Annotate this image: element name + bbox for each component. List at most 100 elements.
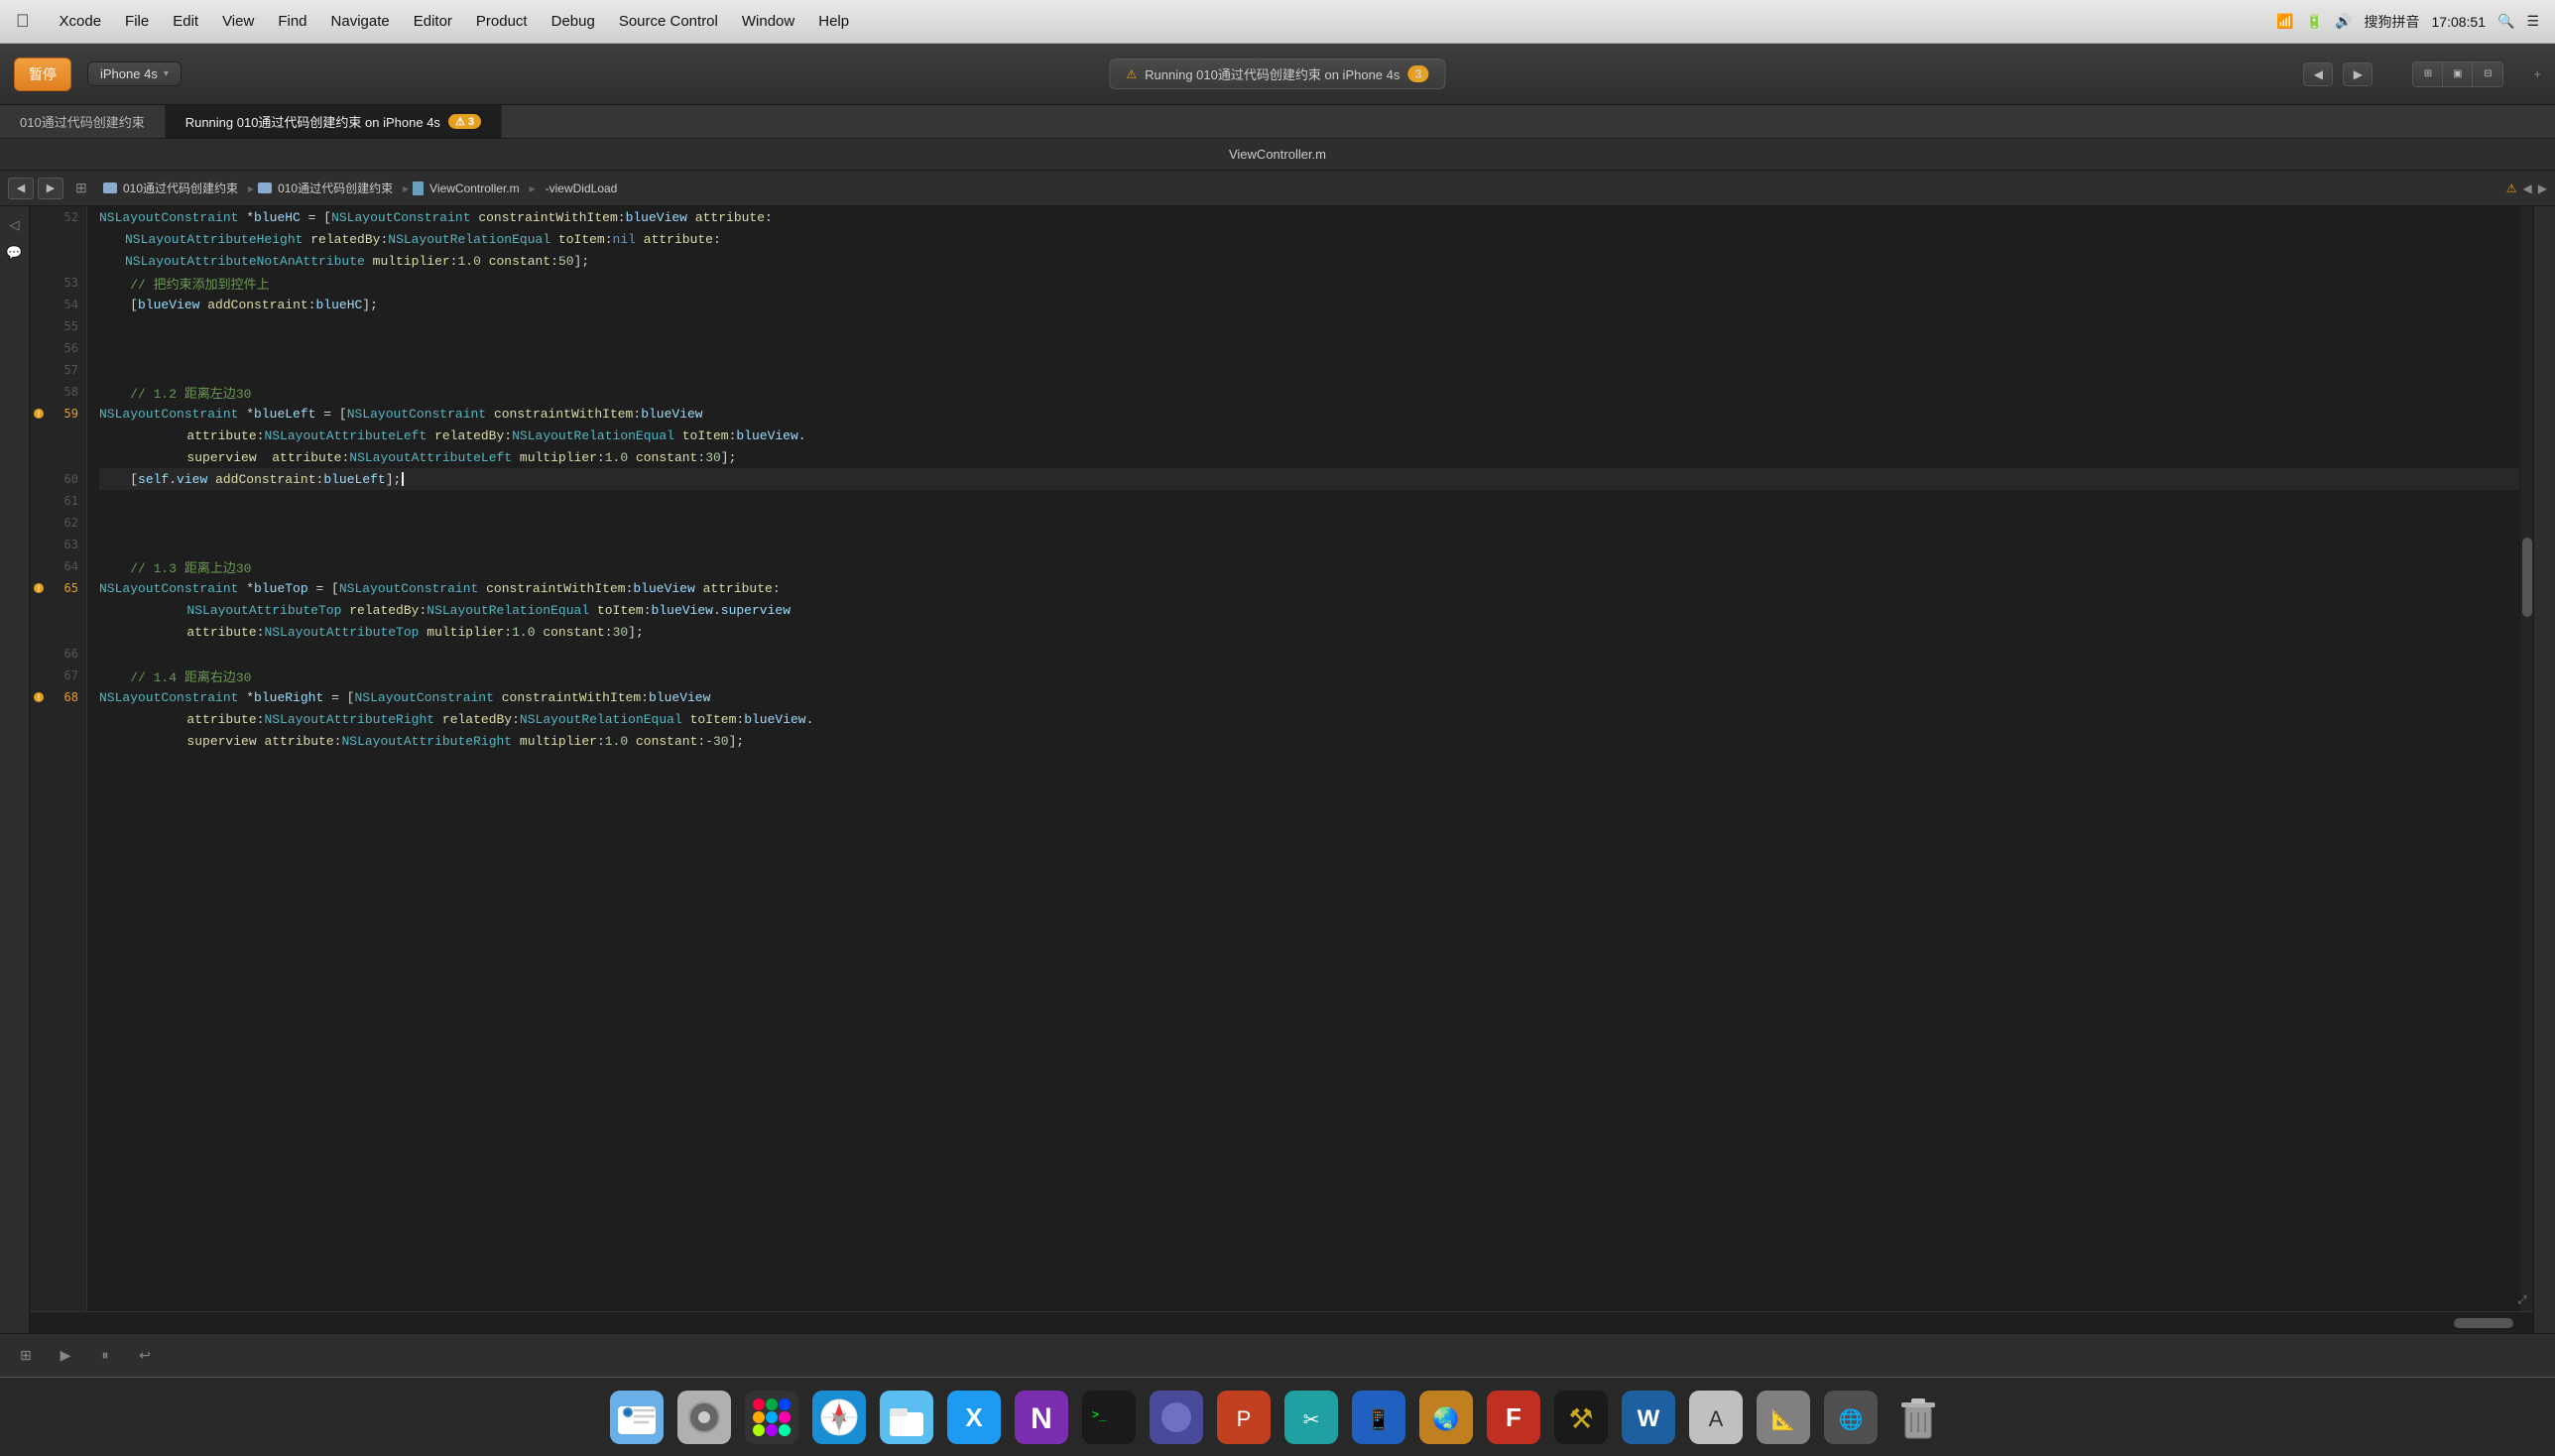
- menu-edit[interactable]: Edit: [161, 9, 210, 34]
- dock-app-10[interactable]: ✂: [1280, 1387, 1342, 1448]
- token: constant: [489, 254, 550, 269]
- menu-view[interactable]: View: [210, 9, 266, 34]
- token: [512, 734, 520, 749]
- dock-xcode[interactable]: X: [943, 1387, 1005, 1448]
- dock-app-12[interactable]: 🌏: [1415, 1387, 1477, 1448]
- dock-app-14[interactable]: A: [1685, 1387, 1747, 1448]
- code-line-59: NSLayoutConstraint *blueLeft = [NSLayout…: [99, 403, 2519, 425]
- token: = [: [308, 581, 339, 596]
- breadcrumb-nav-prev[interactable]: ◀: [2523, 182, 2532, 195]
- dock-app-11[interactable]: 📱: [1348, 1387, 1409, 1448]
- bottom-icon-pause[interactable]: ⏸: [91, 1342, 119, 1370]
- code-editor[interactable]: 52 53 54 55 56 57 58 ! 59 60 6: [30, 206, 2533, 1333]
- dock-onenote[interactable]: N: [1011, 1387, 1072, 1448]
- dock-browser[interactable]: 🌐: [1820, 1387, 1882, 1448]
- code-line-65: NSLayoutConstraint *blueTop = [NSLayoutC…: [99, 577, 2519, 599]
- menu-help[interactable]: Help: [806, 9, 861, 34]
- token: ];: [574, 254, 590, 269]
- tab-project[interactable]: 010通过代码创建约束: [0, 105, 166, 138]
- device-selector[interactable]: iPhone 4s ▾: [87, 61, 182, 86]
- token: attribute: [264, 734, 333, 749]
- code-lines[interactable]: NSLayoutConstraint *blueHC = [NSLayoutCo…: [87, 206, 2519, 1311]
- breadcrumb-method[interactable]: -viewDidLoad: [540, 180, 624, 197]
- token: blueLeft: [323, 472, 385, 487]
- stop-button[interactable]: 暂停: [14, 58, 71, 91]
- scroll-thumb[interactable]: [2522, 538, 2532, 617]
- search-menu-icon[interactable]: 🔍: [2497, 13, 2514, 30]
- breadcrumb-nav-next[interactable]: ▶: [2538, 182, 2547, 195]
- menu-debug[interactable]: Debug: [540, 9, 607, 34]
- token: [: [99, 472, 138, 487]
- breadcrumb-sep-3: ▸: [526, 182, 540, 195]
- dock-app-15[interactable]: 📐: [1753, 1387, 1814, 1448]
- menu-file[interactable]: File: [113, 9, 161, 34]
- tab-running[interactable]: Running 010通过代码创建约束 on iPhone 4s ⚠ 3: [166, 105, 502, 138]
- toolbar: 暂停 iPhone 4s ▾ ⚠ Running 010通过代码创建约束 on …: [0, 44, 2555, 105]
- menu-xcode[interactable]: Xcode: [48, 9, 114, 34]
- add-button[interactable]: +: [2533, 66, 2541, 81]
- nav-back-button[interactable]: ◀: [2303, 62, 2333, 86]
- bottom-icon-step[interactable]: ↩: [131, 1342, 159, 1370]
- line-65a: [30, 599, 86, 621]
- token: [: [99, 298, 138, 312]
- token: [471, 210, 479, 225]
- token: blueView: [649, 690, 710, 705]
- menu-navigate[interactable]: Navigate: [319, 9, 402, 34]
- dock-trash[interactable]: [1887, 1387, 1949, 1448]
- breadcrumb-file[interactable]: ViewController.m: [424, 180, 525, 197]
- bottom-icon-1[interactable]: ⊞: [12, 1342, 40, 1370]
- dock-word[interactable]: W: [1618, 1387, 1679, 1448]
- nav-forward-button[interactable]: ▶: [2343, 62, 2372, 86]
- dock-app-8[interactable]: [1146, 1387, 1207, 1448]
- token: // 1.3 距离上边30: [99, 557, 251, 576]
- token: NSLayoutConstraint: [331, 210, 470, 225]
- sidebar-left-panel[interactable]: ◁: [4, 214, 26, 236]
- horizontal-scroll-thumb[interactable]: [2454, 1318, 2513, 1328]
- apple-menu[interactable]: : [16, 11, 30, 32]
- breadcrumb-nav-back[interactable]: ◀: [8, 178, 34, 199]
- breadcrumb-project[interactable]: 010通过代码创建约束: [117, 178, 244, 198]
- code-line-59b: superview attribute:NSLayoutAttributeLef…: [99, 446, 2519, 468]
- dock-finder[interactable]: [606, 1387, 668, 1448]
- breadcrumb-method-label: -viewDidLoad: [546, 182, 618, 195]
- dock-filezilla[interactable]: F: [1483, 1387, 1544, 1448]
- expand-icon[interactable]: ⤢: [2511, 1289, 2533, 1311]
- token: :: [644, 603, 652, 618]
- svg-text:✂: ✂: [1303, 1409, 1320, 1431]
- token: view: [177, 472, 207, 487]
- dock-files[interactable]: [876, 1387, 937, 1448]
- menu-source-control[interactable]: Source Control: [607, 9, 730, 34]
- dock-system-prefs[interactable]: [673, 1387, 735, 1448]
- breadcrumb-group[interactable]: 010通过代码创建约束: [272, 178, 399, 198]
- breadcrumb-grid-view[interactable]: ⊞: [75, 178, 97, 199]
- breadcrumb-nav-forward[interactable]: ▶: [38, 178, 63, 199]
- dock-launchpad[interactable]: [741, 1387, 802, 1448]
- inspector-toggle[interactable]: ⊟: [2473, 62, 2502, 86]
- token: multiplier: [520, 734, 597, 749]
- vertical-scrollbar[interactable]: [2519, 206, 2533, 1311]
- dock-app-13[interactable]: ⚒: [1550, 1387, 1612, 1448]
- token: NSLayoutConstraint: [339, 581, 478, 596]
- menu-product[interactable]: Product: [464, 9, 540, 34]
- token: 30: [613, 625, 629, 640]
- menu-editor[interactable]: Editor: [402, 9, 464, 34]
- token: :: [697, 450, 705, 465]
- token: NSLayoutAttributeNotAnAttribute: [125, 254, 365, 269]
- standard-view-toggle[interactable]: ▣: [2443, 62, 2473, 86]
- running-status: ⚠ Running 010通过代码创建约束 on iPhone 4s 3: [1109, 59, 1445, 89]
- notification-icon[interactable]: ☰: [2526, 13, 2539, 30]
- input-method[interactable]: 搜狗拼音: [2365, 12, 2420, 32]
- dock-app-9[interactable]: P: [1213, 1387, 1275, 1448]
- active-file-tab[interactable]: ViewController.m: [1229, 147, 1326, 162]
- navigator-toggle[interactable]: ⊞: [2413, 62, 2443, 86]
- code-line-65b: attribute:NSLayoutAttributeTop multiplie…: [99, 621, 2519, 643]
- dock-safari[interactable]: [808, 1387, 870, 1448]
- menu-window[interactable]: Window: [730, 9, 806, 34]
- dock-terminal[interactable]: >_: [1078, 1387, 1140, 1448]
- token: *: [238, 210, 254, 225]
- cursor: [402, 472, 404, 486]
- menu-find[interactable]: Find: [266, 9, 318, 34]
- sidebar-chat-icon[interactable]: 💬: [4, 242, 26, 264]
- code-line-68a: attribute:NSLayoutAttributeRight related…: [99, 708, 2519, 730]
- bottom-icon-play[interactable]: ▶: [52, 1342, 79, 1370]
